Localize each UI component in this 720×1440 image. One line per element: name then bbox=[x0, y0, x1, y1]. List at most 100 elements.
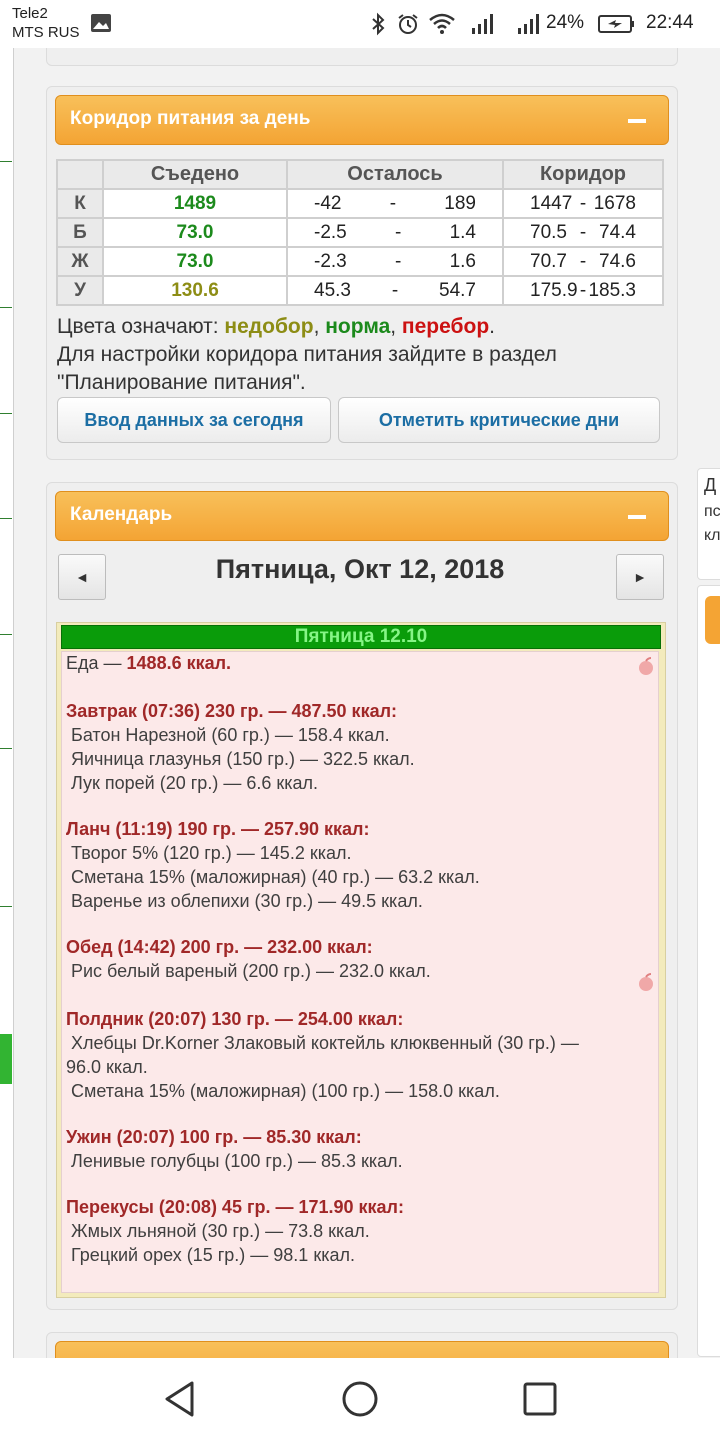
table-row-kcal: К 1489 -42-189 1447-1678 bbox=[56, 188, 664, 219]
table-header-empty bbox=[56, 159, 104, 190]
right-partial-text-3: кл bbox=[704, 527, 720, 544]
row-label: У bbox=[56, 275, 104, 306]
signal-icon-1 bbox=[472, 14, 493, 34]
nutrition-table: Съедено Осталось Коридор К 1489 -42-189 … bbox=[56, 159, 664, 306]
battery-charging-icon bbox=[598, 15, 634, 33]
next-panel-header[interactable] bbox=[55, 1341, 669, 1358]
meal-header-snacks: Перекусы (20:08) 45 гр. — 171.90 ккал: bbox=[66, 1197, 404, 1217]
column-header-eaten: Съедено bbox=[102, 159, 288, 190]
left-range: -42 - 189 bbox=[286, 188, 504, 219]
nutrition-panel-header[interactable]: Коридор питания за день bbox=[55, 95, 669, 145]
meal-header-dinner: Обед (14:42) 200 гр. — 232.00 ккал: bbox=[66, 937, 373, 957]
dash: - bbox=[395, 250, 402, 272]
range-min: 70.5 bbox=[530, 221, 567, 243]
battery-percent: 24% bbox=[546, 12, 585, 33]
next-panel bbox=[46, 1332, 678, 1358]
table-row-protein: Б 73.0 -2.5-1.4 70.5-74.4 bbox=[56, 217, 664, 248]
clock: 22:44 bbox=[646, 12, 694, 33]
food-item: Хлебцы Dr.Korner Злаковый коктейль клюкв… bbox=[71, 1033, 579, 1053]
range-max: 74.4 bbox=[599, 221, 636, 243]
eaten-value: 130.6 bbox=[102, 275, 288, 306]
column-header-corridor: Коридор bbox=[502, 159, 664, 190]
alarm-icon bbox=[398, 14, 418, 34]
left-min: -2.3 bbox=[314, 250, 347, 272]
wifi-icon bbox=[429, 13, 455, 34]
collapse-icon[interactable] bbox=[628, 119, 646, 123]
legend-suffix: . bbox=[489, 315, 495, 338]
corridor-range: 1447-1678 bbox=[502, 188, 664, 219]
food-item-continued: 96.0 ккал. bbox=[66, 1057, 148, 1077]
day-header-bar[interactable]: Пятница 12.10 bbox=[61, 625, 661, 649]
carrier-name-2: MTS RUS bbox=[12, 24, 80, 41]
corridor-range: 175.9-185.3 bbox=[502, 275, 664, 306]
row-label: К bbox=[56, 188, 104, 219]
color-legend: Цвета означают: недобор, норма, перебор. bbox=[57, 315, 495, 339]
right-partial-header bbox=[705, 596, 720, 644]
food-item: Сметана 15% (маложирная) (40 гр.) — 63.2… bbox=[71, 867, 480, 887]
corridor-range: 70.5-74.4 bbox=[502, 217, 664, 248]
next-day-button[interactable]: ► bbox=[616, 554, 664, 600]
previous-day-button[interactable]: ◄ bbox=[58, 554, 106, 600]
previous-panel-edge bbox=[46, 48, 678, 66]
left-max: 1.6 bbox=[449, 250, 476, 272]
gallery-icon bbox=[91, 14, 111, 32]
calendar-date-title: Пятница, Окт 12, 2018 bbox=[215, 554, 505, 584]
left-min: 45.3 bbox=[314, 279, 351, 301]
table-header-row: Съедено Осталось Коридор bbox=[56, 159, 664, 190]
day-entry: Пятница 12.10 Еда — 1488.6 ккал. Завтрак… bbox=[56, 622, 666, 1298]
eaten-value: 73.0 bbox=[102, 246, 288, 277]
enter-today-data-button[interactable]: Ввод данных за сегодня bbox=[57, 397, 331, 443]
meal-header-supper: Ужин (20:07) 100 гр. — 85.30 ккал: bbox=[66, 1127, 362, 1147]
left-min: -42 bbox=[314, 192, 342, 214]
status-bar: Tele2 MTS RUS 24% 22:44 bbox=[0, 0, 720, 48]
mark-critical-days-button[interactable]: Отметить критические дни bbox=[338, 397, 660, 443]
android-nav-bar bbox=[0, 1358, 720, 1440]
dash: - bbox=[579, 250, 587, 272]
food-item: Сметана 15% (маложирная) (100 гр.) — 158… bbox=[71, 1081, 500, 1101]
right-partial-text-1: Д bbox=[704, 475, 717, 495]
food-total-line: Еда — 1488.6 ккал. bbox=[66, 653, 231, 674]
carrier-info: Tele2 MTS RUS bbox=[12, 4, 80, 42]
collapse-icon[interactable] bbox=[628, 515, 646, 519]
dash: - bbox=[395, 221, 402, 243]
food-item: Жмых льняной (30 гр.) — 73.8 ккал. bbox=[71, 1221, 370, 1241]
dash: - bbox=[579, 192, 587, 214]
dash: - bbox=[579, 279, 587, 301]
range-min: 70.7 bbox=[530, 250, 567, 272]
apple-icon[interactable] bbox=[636, 656, 656, 676]
legend-normal: норма bbox=[325, 315, 391, 338]
right-partial-panel-2 bbox=[697, 585, 720, 1357]
legend-over: перебор bbox=[401, 315, 490, 338]
home-icon[interactable] bbox=[341, 1380, 379, 1418]
table-row-fat: Ж 73.0 -2.3-1.6 70.7-74.6 bbox=[56, 246, 664, 277]
meal-header-lunch: Ланч (11:19) 190 гр. — 257.90 ккал: bbox=[66, 819, 370, 839]
calendar-panel-header[interactable]: Календарь bbox=[55, 491, 669, 541]
food-item: Варенье из облепихи (30 гр.) — 49.5 ккал… bbox=[71, 891, 423, 911]
left-side-column bbox=[0, 48, 14, 1358]
food-total-label: Еда — bbox=[66, 653, 127, 673]
left-range: 45.3 - 54.7 bbox=[286, 275, 504, 306]
food-item: Ленивые голубцы (100 гр.) — 85.3 ккал. bbox=[71, 1151, 403, 1171]
column-header-left: Осталось bbox=[286, 159, 504, 190]
eaten-value: 1489 bbox=[102, 188, 288, 219]
range-min: 175.9 bbox=[530, 279, 578, 301]
left-min: -2.5 bbox=[314, 221, 347, 243]
carrier-name-1: Tele2 bbox=[12, 5, 48, 22]
meal-header-breakfast: Завтрак (07:36) 230 гр. — 487.50 ккал: bbox=[66, 701, 398, 721]
left-max: 54.7 bbox=[439, 279, 476, 301]
apple-icon[interactable] bbox=[636, 972, 656, 992]
left-active-marker bbox=[0, 1034, 12, 1084]
food-item: Грецкий орех (15 гр.) — 98.1 ккал. bbox=[71, 1245, 355, 1265]
legend-sep: , bbox=[390, 315, 402, 338]
back-icon[interactable] bbox=[162, 1380, 198, 1418]
recent-apps-icon[interactable] bbox=[522, 1381, 558, 1417]
row-label: Ж bbox=[56, 246, 104, 277]
food-item: Батон Нарезной (60 гр.) — 158.4 ккал. bbox=[71, 725, 390, 745]
food-item: Творог 5% (120 гр.) — 145.2 ккал. bbox=[71, 843, 352, 863]
eaten-value: 73.0 bbox=[102, 217, 288, 248]
right-partial-text-2: пс bbox=[704, 503, 720, 520]
legend-prefix: Цвета означают: bbox=[57, 315, 225, 338]
legend-sep: , bbox=[313, 315, 326, 338]
food-item: Лук порей (20 гр.) — 6.6 ккал. bbox=[71, 773, 318, 793]
bluetooth-icon bbox=[372, 12, 385, 36]
